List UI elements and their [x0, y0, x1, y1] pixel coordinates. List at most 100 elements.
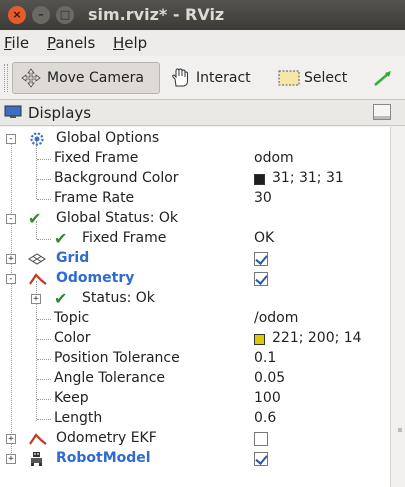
tree-branch: [37, 179, 51, 180]
background-color-swatch[interactable]: [254, 174, 265, 185]
tree-row-label: Global Status: Ok: [56, 210, 179, 226]
tree-row-angle-tolerance[interactable]: Angle Tolerance 0.05: [0, 369, 390, 389]
tree-row-label: Global Options: [56, 130, 160, 146]
tree-row-label: Topic: [54, 310, 90, 326]
tree-row-label: Length: [54, 410, 103, 426]
displays-panel-header: Displays: [0, 100, 405, 126]
collapse-toggle[interactable]: -: [6, 134, 16, 144]
tree-row-label: Frame Rate: [54, 190, 135, 206]
tree-row-label: Angle Tolerance: [54, 370, 166, 386]
tree-row-robot-model[interactable]: + RobotModel: [0, 449, 390, 469]
tree-row-label: Odometry EKF: [56, 430, 157, 446]
collapse-toggle[interactable]: -: [6, 274, 16, 284]
tree-row-topic[interactable]: Topic /odom: [0, 309, 390, 329]
expand-toggle[interactable]: +: [6, 254, 16, 264]
tree-row-fixed-frame[interactable]: Fixed Frame odom: [0, 149, 390, 169]
tree-branch: [37, 159, 51, 160]
monitor-icon: [4, 105, 22, 119]
tree-row-odometry-status[interactable]: + ✔ Status: Ok: [0, 289, 390, 309]
focus-camera-tool-button[interactable]: [366, 62, 405, 94]
tree-branch: [37, 199, 51, 200]
maximize-window-button[interactable]: □: [56, 6, 74, 24]
grid-icon: [28, 251, 46, 267]
status-fixed-frame-value: OK: [254, 230, 275, 246]
expand-toggle[interactable]: +: [6, 434, 16, 444]
frame-rate-value[interactable]: 30: [254, 190, 272, 206]
robot-model-icon: [28, 451, 46, 467]
odometry-enabled-checkbox[interactable]: [254, 272, 268, 286]
tree-row-grid[interactable]: + Grid: [0, 249, 390, 269]
collapse-toggle[interactable]: -: [6, 214, 16, 224]
keep-value[interactable]: 100: [254, 390, 281, 406]
move-camera-label: Move Camera: [47, 70, 144, 86]
tree-branch: [37, 379, 51, 380]
select-label: Select: [304, 70, 348, 86]
odometry-ekf-enabled-checkbox[interactable]: [254, 432, 268, 446]
minimize-window-button[interactable]: –: [32, 6, 50, 24]
tools-toolbar: Move Camera Interact Select: [0, 56, 405, 100]
grid-enabled-checkbox[interactable]: [254, 252, 268, 266]
tree-row-position-tolerance[interactable]: Position Tolerance 0.1: [0, 349, 390, 369]
tree-branch: [37, 399, 51, 400]
tree-row-background-color[interactable]: Background Color 31; 31; 31: [0, 169, 390, 189]
window-titlebar: × – □ sim.rviz* - RViz: [0, 0, 405, 30]
robot-model-enabled-checkbox[interactable]: [254, 452, 268, 466]
close-window-button[interactable]: ×: [8, 6, 26, 24]
tree-row-label: Color: [54, 330, 91, 346]
tree-row-label: Odometry: [56, 270, 135, 286]
focus-arrow-icon: [372, 68, 392, 88]
tree-row-status-fixed-frame[interactable]: ✔ Fixed Frame OK: [0, 229, 390, 249]
tree-row-frame-rate[interactable]: Frame Rate 30: [0, 189, 390, 209]
tree-row-label: Keep: [54, 390, 89, 406]
tree-row-label: Grid: [56, 250, 90, 266]
menu-help[interactable]: Help: [113, 34, 147, 52]
check-icon: ✔: [28, 209, 42, 228]
tree-branch: [37, 319, 51, 320]
background-color-value[interactable]: 31; 31; 31: [272, 170, 344, 186]
tree-row-color[interactable]: Color 221; 200; 14: [0, 329, 390, 349]
fixed-frame-value[interactable]: odom: [254, 150, 294, 166]
displays-panel-title: Displays: [28, 104, 92, 122]
tree-branch: [37, 239, 51, 240]
splitter-handle[interactable]: [398, 428, 402, 432]
tree-row-label: Fixed Frame: [82, 230, 167, 246]
check-icon: ✔: [54, 289, 68, 308]
expand-toggle[interactable]: +: [31, 294, 41, 304]
displays-tree: - Global Options Fixed Frame odom Backgr…: [0, 127, 390, 487]
odometry-color-swatch[interactable]: [254, 334, 265, 345]
vertical-scrollbar[interactable]: [390, 127, 405, 487]
position-tolerance-value[interactable]: 0.1: [254, 350, 276, 366]
select-tool-button[interactable]: Select: [270, 62, 355, 94]
menubar: File Panels Help: [0, 30, 405, 56]
tree-branch: [37, 419, 51, 420]
menu-panels[interactable]: Panels: [47, 34, 95, 52]
length-value[interactable]: 0.6: [254, 410, 276, 426]
tree-row-odometry-ekf[interactable]: + Odometry EKF: [0, 429, 390, 449]
topic-value[interactable]: /odom: [254, 310, 298, 326]
tree-row-label: Fixed Frame: [54, 150, 139, 166]
window-title: sim.rviz* - RViz: [88, 5, 225, 24]
toolbar-grip[interactable]: [4, 64, 8, 92]
move-camera-icon: [21, 68, 41, 88]
gear-icon: [28, 131, 46, 147]
interact-tool-button[interactable]: Interact: [162, 62, 259, 94]
hand-icon: [170, 68, 190, 88]
tree-row-odometry[interactable]: - Odometry: [0, 269, 390, 289]
check-icon: ✔: [54, 229, 68, 248]
tree-branch: [37, 339, 51, 340]
move-camera-tool-button[interactable]: Move Camera: [12, 62, 160, 94]
expand-toggle[interactable]: +: [6, 454, 16, 464]
odometry-icon: [28, 431, 47, 447]
menu-file[interactable]: File: [4, 34, 29, 52]
odometry-icon: [28, 271, 47, 287]
tree-row-keep[interactable]: Keep 100: [0, 389, 390, 409]
odometry-color-value[interactable]: 221; 200; 14: [272, 330, 362, 346]
tree-row-global-options[interactable]: - Global Options: [0, 129, 390, 149]
tree-branch: [37, 359, 51, 360]
angle-tolerance-value[interactable]: 0.05: [254, 370, 285, 386]
interact-label: Interact: [196, 70, 251, 86]
tree-row-global-status[interactable]: - ✔ Global Status: Ok: [0, 209, 390, 229]
tree-row-length[interactable]: Length 0.6: [0, 409, 390, 429]
tree-row-label: Background Color: [54, 170, 179, 186]
undock-panel-button[interactable]: [373, 104, 391, 120]
